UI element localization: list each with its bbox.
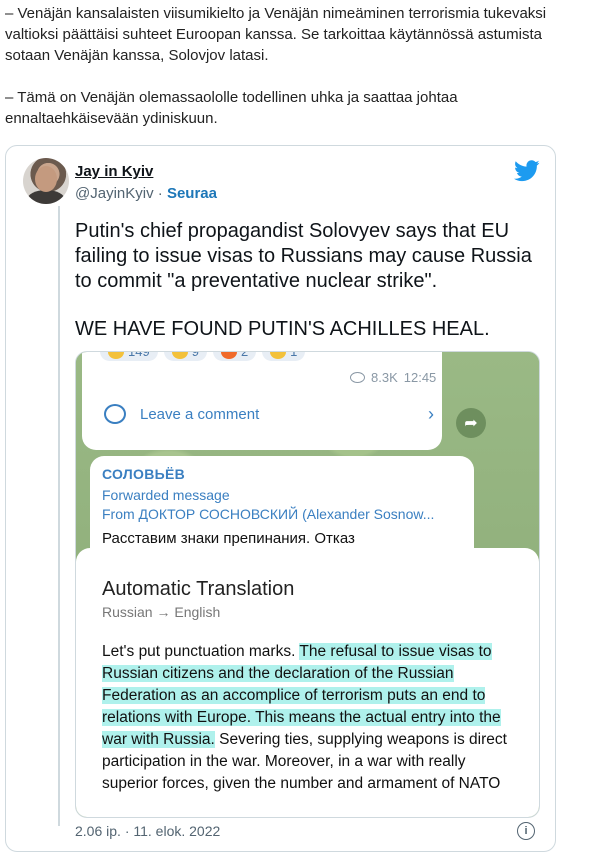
- reaction-clap[interactable]: 1: [262, 352, 306, 361]
- avatar[interactable]: [23, 158, 69, 204]
- tweet-timestamp[interactable]: 2.06 ip. · 11. elok. 2022: [75, 823, 220, 839]
- leave-comment-button[interactable]: Leave a comment ›: [104, 402, 434, 426]
- chevron-right-icon: ›: [428, 404, 434, 424]
- article-paragraph: – Venäjän kansalaisten viisumikielto ja …: [5, 5, 547, 64]
- twitter-bird-icon[interactable]: [514, 160, 540, 182]
- reaction-fire[interactable]: 2: [212, 352, 257, 361]
- channel-name: СОЛОВЬЁВ: [102, 466, 186, 482]
- reaction-thumbs-up[interactable]: 149: [100, 352, 158, 361]
- tweet-text: Putin's chief propagandist Solovyev says…: [75, 219, 545, 342]
- tweet-media-screenshot[interactable]: 149 9 2 1 8.3K 12:45 Leave a comment › ➦…: [75, 351, 540, 818]
- author-handle[interactable]: @JayinKyiv: [75, 185, 154, 202]
- telegram-post-footer: 149 9 2 1 8.3K 12:45 Leave a comment ›: [82, 352, 442, 450]
- post-meta: 8.3K 12:45: [350, 370, 436, 385]
- author-handle-row: @JayinKyiv · Seuraa: [75, 185, 217, 202]
- message-preview: Расставим знаки препинания. Отказ: [102, 530, 355, 547]
- translation-languages: Russian → English: [102, 604, 221, 620]
- comment-icon: [104, 404, 126, 424]
- tweet-paragraph: WE HAVE FOUND PUTIN'S ACHILLES HEAL.: [75, 318, 490, 340]
- post-time: 12:45: [403, 370, 437, 385]
- translation-text: Let's put punctuation marks.: [102, 643, 300, 660]
- embedded-tweet: Jay in Kyiv @JayinKyiv · Seuraa Putin's …: [5, 145, 556, 852]
- reactions-row: 149 9 2 1: [100, 352, 306, 361]
- comment-label: Leave a comment: [140, 405, 260, 423]
- thread-line: [58, 206, 60, 826]
- translation-sheet: Automatic Translation Russian → English …: [76, 548, 539, 817]
- article-paragraph: – Tämä on Venäjän olemassaololle todelli…: [5, 89, 458, 127]
- translation-title: Automatic Translation: [102, 578, 295, 600]
- author-name[interactable]: Jay in Kyiv: [75, 163, 153, 180]
- forwarded-label: Forwarded message: [102, 487, 230, 503]
- separator: ·: [153, 185, 167, 202]
- share-icon[interactable]: ➦: [456, 408, 486, 438]
- follow-button[interactable]: Seuraa: [167, 185, 217, 202]
- translation-body: Let's put punctuation marks. The refusal…: [102, 641, 522, 795]
- reaction-thumbs-down[interactable]: 9: [163, 352, 207, 361]
- info-icon[interactable]: i: [517, 822, 535, 840]
- eye-icon: [350, 372, 365, 383]
- tweet-paragraph: Putin's chief propagandist Solovyev says…: [75, 220, 532, 292]
- forwarded-from[interactable]: From ДОКТОР СОСНОВСКИЙ (Alexander Sosnow…: [102, 506, 468, 522]
- view-count: 8.3K: [371, 370, 398, 385]
